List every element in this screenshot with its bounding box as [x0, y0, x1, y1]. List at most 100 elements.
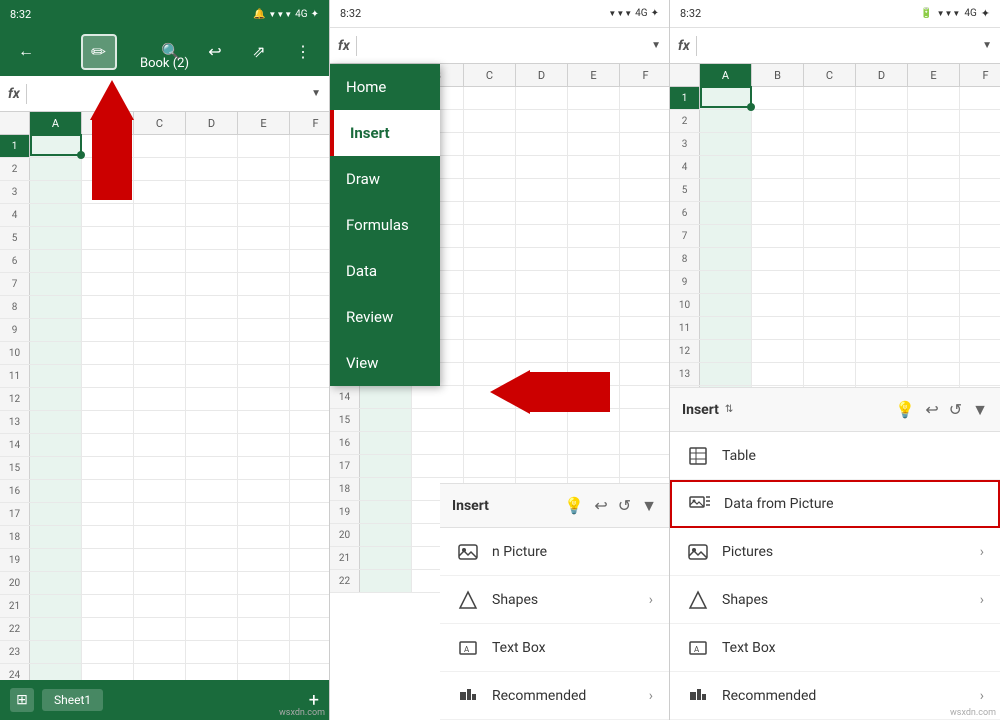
right-cell-10-2[interactable] [804, 294, 856, 316]
mid-cell-4-2[interactable] [464, 156, 516, 178]
right-cell-11-0[interactable] [700, 317, 752, 339]
mid-col-d[interactable]: D [516, 64, 568, 86]
left-cell-8-1[interactable] [82, 296, 134, 318]
left-cell-10-3[interactable] [186, 342, 238, 364]
right-cell-9-1[interactable] [752, 271, 804, 293]
left-cell-10-4[interactable] [238, 342, 290, 364]
left-cell-12-4[interactable] [238, 388, 290, 410]
right-cell-3-2[interactable] [804, 133, 856, 155]
mid-cell-5-3[interactable] [516, 179, 568, 201]
right-cell-6-0[interactable] [700, 202, 752, 224]
right-cell-8-3[interactable] [856, 248, 908, 270]
mid-cell-6-4[interactable] [568, 202, 620, 224]
right-cell-9-4[interactable] [908, 271, 960, 293]
left-cell-1-0[interactable] [30, 135, 82, 157]
mid-cell-13-4[interactable] [568, 363, 620, 385]
left-cell-17-2[interactable] [134, 503, 186, 525]
right-cell-5-0[interactable] [700, 179, 752, 201]
right-cell-5-2[interactable] [804, 179, 856, 201]
mid-cell-9-5[interactable] [620, 271, 669, 293]
menu-review[interactable]: Review [330, 294, 440, 340]
left-cell-6-1[interactable] [82, 250, 134, 272]
left-cell-2-5[interactable] [290, 158, 329, 180]
left-cell-12-1[interactable] [82, 388, 134, 410]
mid-cell-12-5[interactable] [620, 340, 669, 362]
left-cell-17-0[interactable] [30, 503, 82, 525]
left-cell-21-4[interactable] [238, 595, 290, 617]
right-insert-pictures[interactable]: Pictures › [670, 528, 1000, 576]
left-cell-11-0[interactable] [30, 365, 82, 387]
mid-cell-14-5[interactable] [620, 386, 669, 408]
mid-cell-16-0[interactable] [360, 432, 412, 454]
left-cell-8-3[interactable] [186, 296, 238, 318]
right-formula-input[interactable] [703, 38, 976, 53]
mid-cell-16-3[interactable] [516, 432, 568, 454]
right-cell-7-3[interactable] [856, 225, 908, 247]
mid-cell-17-2[interactable] [464, 455, 516, 477]
left-cell-6-0[interactable] [30, 250, 82, 272]
mid-cell-3-3[interactable] [516, 133, 568, 155]
left-cell-15-0[interactable] [30, 457, 82, 479]
left-cell-22-0[interactable] [30, 618, 82, 640]
left-cell-10-1[interactable] [82, 342, 134, 364]
left-sheet1-tab[interactable]: Sheet1 [42, 689, 103, 711]
mid-cell-15-2[interactable] [464, 409, 516, 431]
left-cell-4-0[interactable] [30, 204, 82, 226]
left-cell-4-5[interactable] [290, 204, 329, 226]
left-cell-5-2[interactable] [134, 227, 186, 249]
right-cell-10-3[interactable] [856, 294, 908, 316]
left-cell-11-5[interactable] [290, 365, 329, 387]
left-cell-21-2[interactable] [134, 595, 186, 617]
left-cell-1-4[interactable] [238, 135, 290, 157]
right-cell-1-0[interactable] [700, 87, 752, 109]
left-cell-18-2[interactable] [134, 526, 186, 548]
right-cell-8-1[interactable] [752, 248, 804, 270]
left-cell-15-4[interactable] [238, 457, 290, 479]
mid-cell-20-0[interactable] [360, 524, 412, 546]
left-cell-23-2[interactable] [134, 641, 186, 663]
right-cell-4-1[interactable] [752, 156, 804, 178]
right-cell-13-5[interactable] [960, 363, 1000, 385]
right-cell-10-4[interactable] [908, 294, 960, 316]
right-cell-1-3[interactable] [856, 87, 908, 109]
mid-cell-3-4[interactable] [568, 133, 620, 155]
left-cell-15-3[interactable] [186, 457, 238, 479]
menu-view[interactable]: View [330, 340, 440, 386]
right-cell-5-4[interactable] [908, 179, 960, 201]
mid-cell-4-3[interactable] [516, 156, 568, 178]
left-cell-16-3[interactable] [186, 480, 238, 502]
left-cell-11-1[interactable] [82, 365, 134, 387]
mid-cell-15-4[interactable] [568, 409, 620, 431]
left-cell-20-3[interactable] [186, 572, 238, 594]
left-cell-22-4[interactable] [238, 618, 290, 640]
left-cell-17-1[interactable] [82, 503, 134, 525]
left-cell-7-2[interactable] [134, 273, 186, 295]
left-cell-19-2[interactable] [134, 549, 186, 571]
mid-cell-7-5[interactable] [620, 225, 669, 247]
mid-cell-8-2[interactable] [464, 248, 516, 270]
right-redo-icon[interactable]: ↺ [949, 400, 962, 419]
left-cell-10-0[interactable] [30, 342, 82, 364]
right-cell-13-4[interactable] [908, 363, 960, 385]
mid-cell-11-3[interactable] [516, 317, 568, 339]
mid-cell-17-5[interactable] [620, 455, 669, 477]
mid-cell-18-0[interactable] [360, 478, 412, 500]
mid-cell-7-3[interactable] [516, 225, 568, 247]
left-cell-9-2[interactable] [134, 319, 186, 341]
left-cell-7-0[interactable] [30, 273, 82, 295]
right-cell-7-5[interactable] [960, 225, 1000, 247]
left-cell-1-5[interactable] [290, 135, 329, 157]
mid-cell-8-4[interactable] [568, 248, 620, 270]
right-cell-11-2[interactable] [804, 317, 856, 339]
left-cell-6-3[interactable] [186, 250, 238, 272]
left-cell-23-4[interactable] [238, 641, 290, 663]
menu-formulas[interactable]: Formulas [330, 202, 440, 248]
right-cell-1-2[interactable] [804, 87, 856, 109]
left-cell-5-4[interactable] [238, 227, 290, 249]
right-cell-12-3[interactable] [856, 340, 908, 362]
left-cell-7-5[interactable] [290, 273, 329, 295]
mid-cell-10-2[interactable] [464, 294, 516, 316]
mid-cell-10-4[interactable] [568, 294, 620, 316]
right-cell-10-1[interactable] [752, 294, 804, 316]
right-cell-7-0[interactable] [700, 225, 752, 247]
